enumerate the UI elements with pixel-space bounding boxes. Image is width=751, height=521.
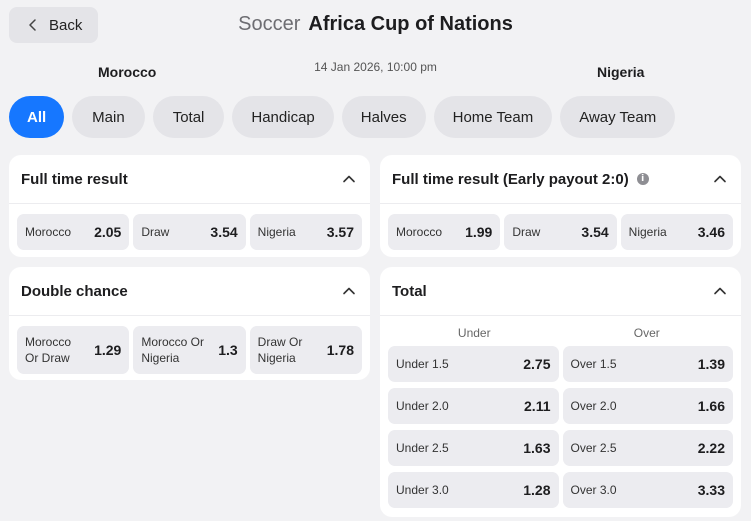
tab-away-team[interactable]: Away Team bbox=[560, 96, 676, 138]
odd-price: 1.29 bbox=[94, 342, 122, 358]
odd-label-line: Morocco bbox=[25, 335, 72, 349]
odd-label-line: Nigeria bbox=[257, 351, 296, 365]
chevron-up-icon[interactable] bbox=[342, 172, 356, 186]
market-header[interactable]: Full time result bbox=[9, 155, 370, 204]
odd-price: 1.78 bbox=[326, 342, 354, 358]
odd-label: Morocco Or Draw bbox=[25, 334, 71, 366]
chevron-up-icon[interactable] bbox=[713, 284, 727, 298]
odd-label: Morocco bbox=[396, 225, 443, 239]
odd-label: Nigeria bbox=[257, 225, 296, 239]
total-odds-grid: Under 1.5 2.75 Over 1.5 1.39 Under 2.0 2.11… bbox=[380, 340, 741, 508]
odd-over[interactable]: Over 2.0 1.66 bbox=[562, 388, 733, 424]
under-header: Under bbox=[457, 326, 491, 340]
odd-label-line: Draw Or bbox=[257, 335, 303, 349]
odd-price: 2.05 bbox=[94, 224, 122, 240]
odd-label: Draw bbox=[141, 225, 170, 239]
odd-price: 2.22 bbox=[697, 440, 725, 456]
odd-label: Morocco bbox=[25, 225, 72, 239]
tab-all[interactable]: All bbox=[9, 96, 65, 138]
total-row: Under 3.0 1.28 Over 3.0 3.33 bbox=[388, 472, 733, 508]
odd-price: 1.39 bbox=[697, 356, 725, 372]
sport-name: Soccer bbox=[238, 13, 301, 35]
page-title: Soccer Africa Cup of Nations bbox=[0, 13, 751, 36]
market-total: Total Under Over Under 1.5 2.75 Over 1.5 1… bbox=[380, 267, 741, 517]
tab-main[interactable]: Main bbox=[72, 96, 145, 138]
total-column-headers: Under Over bbox=[380, 316, 741, 340]
info-icon[interactable]: i bbox=[636, 173, 649, 185]
market-full-time-result: Full time result Morocco 2.05 Draw 3.54 Ni… bbox=[9, 155, 370, 257]
odd-label: Over 2.5 bbox=[570, 441, 617, 455]
total-row: Under 2.0 2.11 Over 2.0 1.66 bbox=[388, 388, 733, 424]
market-full-time-early-payout: Full time result (Early payout 2:0) i Mor… bbox=[380, 155, 741, 257]
odd-price: 1.28 bbox=[523, 482, 551, 498]
market-double-chance: Double chance Morocco Or Draw 1.29 Morocc… bbox=[9, 267, 370, 380]
odd-label-line: Nigeria bbox=[141, 351, 180, 365]
odd-under[interactable]: Under 1.5 2.75 bbox=[388, 346, 559, 382]
odd-price: 1.63 bbox=[523, 440, 551, 456]
chevron-up-icon[interactable] bbox=[713, 172, 727, 186]
tab-home-team[interactable]: Home Team bbox=[433, 96, 553, 138]
odd-price: 2.75 bbox=[523, 356, 551, 372]
odd-label: Draw Or Nigeria bbox=[258, 334, 303, 366]
odd-label-line: Morocco Or bbox=[141, 335, 205, 349]
odd-away[interactable]: Nigeria 3.46 bbox=[620, 214, 733, 250]
odd-under[interactable]: Under 2.0 2.11 bbox=[388, 388, 559, 424]
odd-label: Morocco Or Nigeria bbox=[141, 334, 204, 366]
odd-draw[interactable]: Draw 3.54 bbox=[133, 214, 246, 250]
odd-label: Under 2.0 bbox=[396, 399, 449, 413]
odd-over[interactable]: Over 1.5 1.39 bbox=[562, 346, 733, 382]
odd-home-or-away[interactable]: Morocco Or Nigeria 1.3 bbox=[133, 326, 246, 374]
tab-halves[interactable]: Halves bbox=[341, 96, 426, 138]
market-title: Double chance bbox=[21, 282, 128, 300]
chevron-up-icon[interactable] bbox=[342, 284, 356, 298]
odd-price: 3.46 bbox=[697, 224, 725, 240]
away-team-name: Nigeria bbox=[597, 64, 645, 80]
odd-price: 1.3 bbox=[218, 342, 238, 358]
odd-draw-or-away[interactable]: Draw Or Nigeria 1.78 bbox=[249, 326, 362, 374]
odd-label: Over 3.0 bbox=[570, 483, 617, 497]
match-info: Morocco 14 Jan 2026, 10:00 pm Nigeria bbox=[0, 58, 751, 88]
market-title-text: Full time result (Early payout 2:0) bbox=[392, 170, 629, 188]
market-title: Full time result bbox=[21, 170, 128, 188]
odd-price: 1.99 bbox=[465, 224, 493, 240]
odd-label: Nigeria bbox=[628, 225, 667, 239]
odd-away[interactable]: Nigeria 3.57 bbox=[249, 214, 362, 250]
odd-label: Over 2.0 bbox=[570, 399, 617, 413]
odd-price: 3.33 bbox=[697, 482, 725, 498]
odd-price: 3.57 bbox=[326, 224, 354, 240]
odd-price: 3.54 bbox=[210, 224, 238, 240]
top-bar: Back Soccer Africa Cup of Nations bbox=[0, 0, 751, 50]
market-title: Full time result (Early payout 2:0) i bbox=[392, 171, 649, 188]
odd-over[interactable]: Over 3.0 3.33 bbox=[562, 472, 733, 508]
market-tabs: All Main Total Handicap Halves Home Team… bbox=[9, 96, 676, 138]
odd-label: Under 2.5 bbox=[396, 441, 449, 455]
total-row: Under 2.5 1.63 Over 2.5 2.22 bbox=[388, 430, 733, 466]
odd-home-or-draw[interactable]: Morocco Or Draw 1.29 bbox=[17, 326, 130, 374]
market-header[interactable]: Full time result (Early payout 2:0) i bbox=[380, 155, 741, 204]
odd-over[interactable]: Over 2.5 2.22 bbox=[562, 430, 733, 466]
tab-handicap[interactable]: Handicap bbox=[232, 96, 334, 138]
odd-under[interactable]: Under 2.5 1.63 bbox=[388, 430, 559, 466]
market-header[interactable]: Total bbox=[380, 267, 741, 316]
odd-label: Draw bbox=[512, 225, 541, 239]
competition-name: Africa Cup of Nations bbox=[308, 13, 513, 35]
odd-price: 3.54 bbox=[581, 224, 609, 240]
odd-label-line: Or Draw bbox=[25, 351, 70, 365]
market-title: Total bbox=[392, 282, 427, 300]
odd-home[interactable]: Morocco 2.05 bbox=[17, 214, 130, 250]
odd-label: Under 3.0 bbox=[396, 483, 449, 497]
over-header: Over bbox=[633, 326, 660, 340]
odd-draw[interactable]: Draw 3.54 bbox=[504, 214, 617, 250]
total-row: Under 1.5 2.75 Over 1.5 1.39 bbox=[388, 346, 733, 382]
market-header[interactable]: Double chance bbox=[9, 267, 370, 316]
odd-under[interactable]: Under 3.0 1.28 bbox=[388, 472, 559, 508]
odd-label: Over 1.5 bbox=[570, 357, 617, 371]
odd-home[interactable]: Morocco 1.99 bbox=[388, 214, 501, 250]
tab-total[interactable]: Total bbox=[152, 96, 225, 138]
odd-price: 2.11 bbox=[524, 398, 551, 414]
odd-label: Under 1.5 bbox=[396, 357, 449, 371]
odd-price: 1.66 bbox=[697, 398, 725, 414]
